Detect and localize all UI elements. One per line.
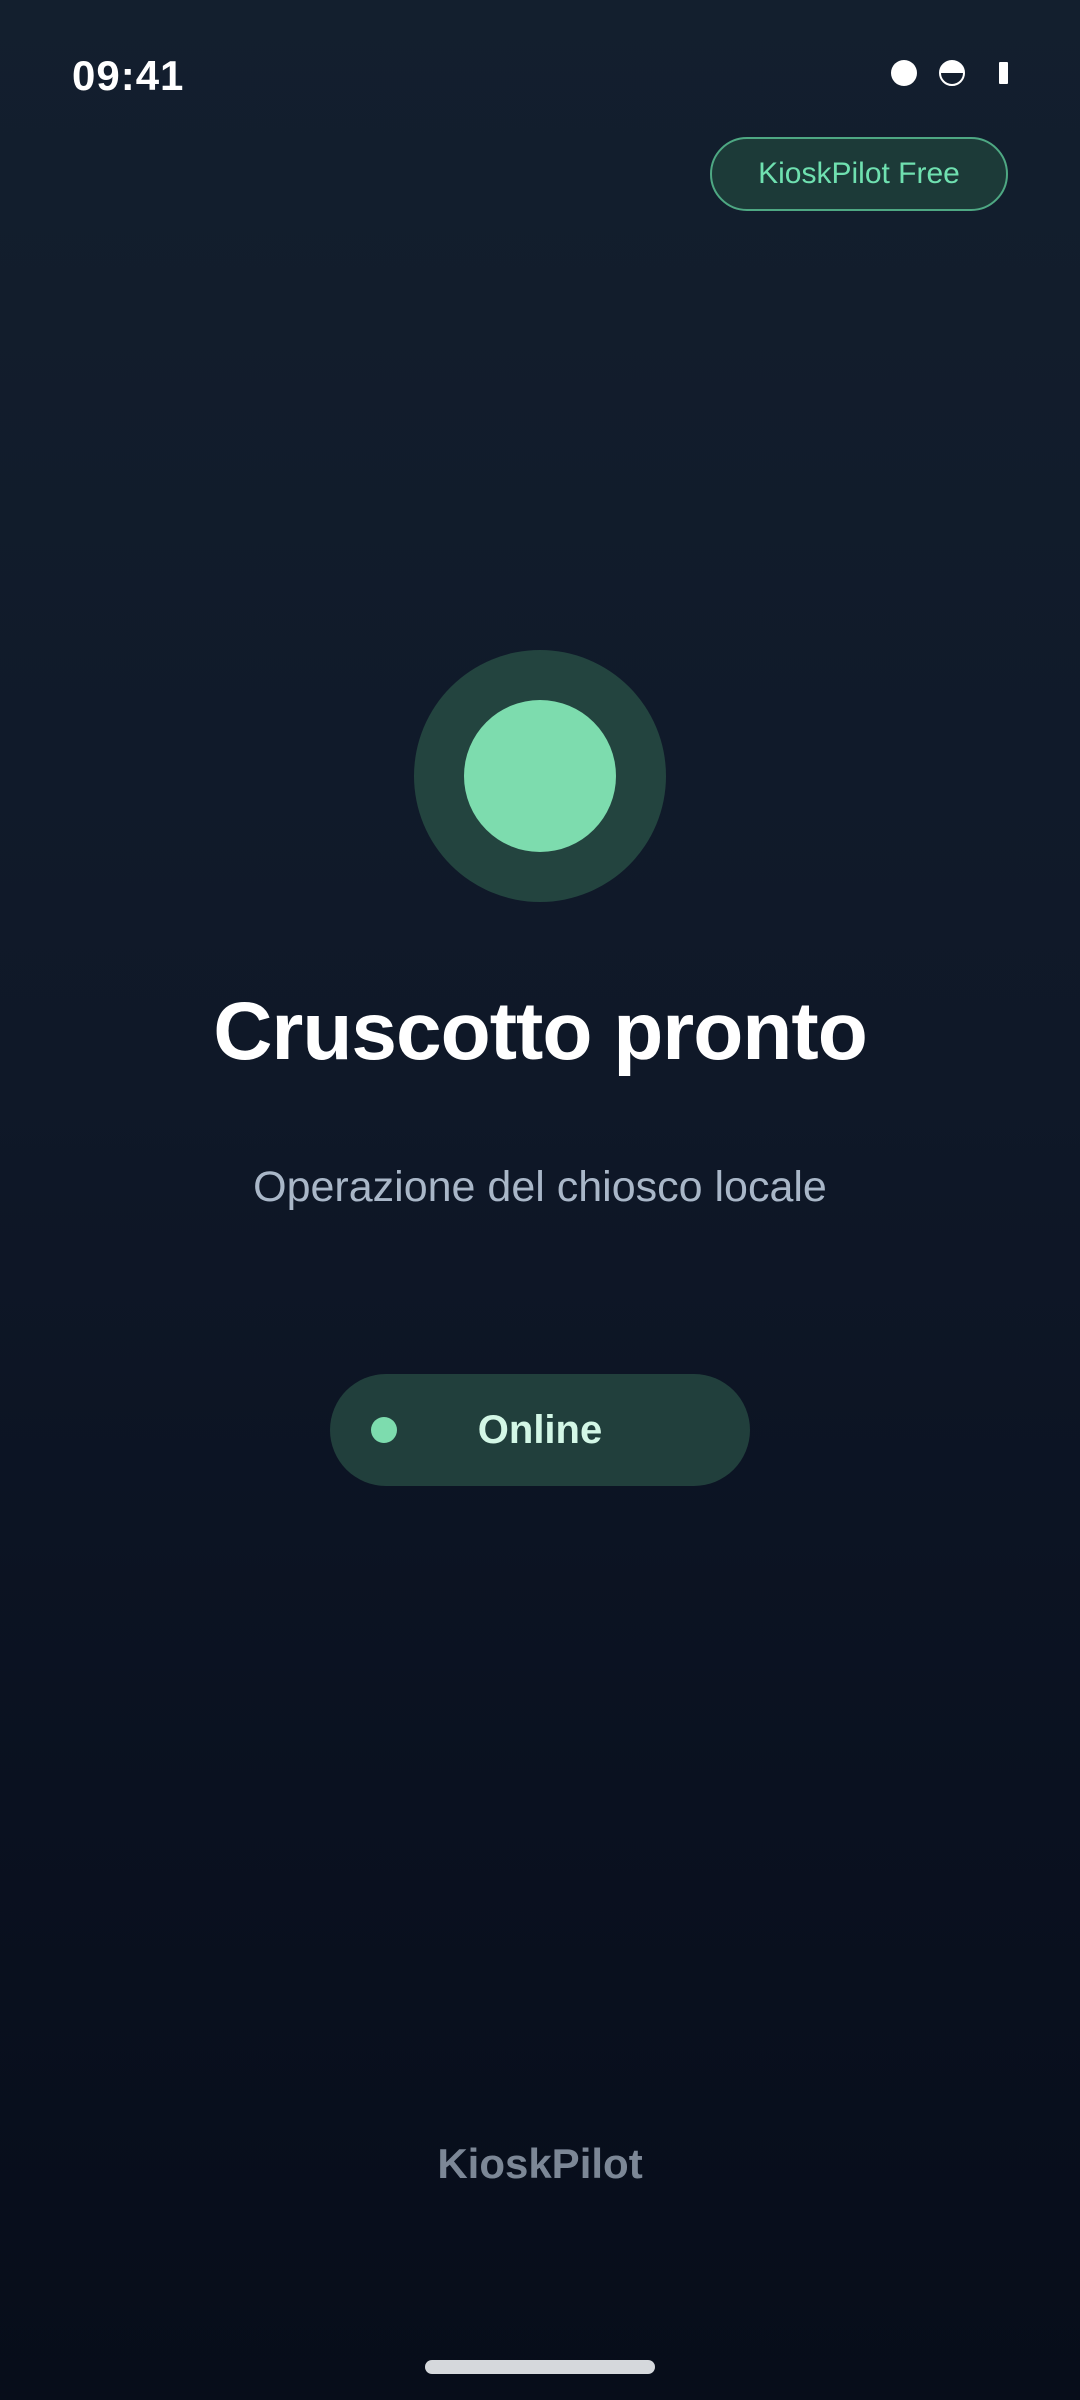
page-title: Cruscotto pronto xyxy=(213,986,868,1077)
status-orb-core xyxy=(464,700,616,852)
brand-footer: KioskPilot xyxy=(437,2140,643,2187)
wifi-half-icon xyxy=(939,60,965,86)
status-orb-icon xyxy=(414,650,666,902)
status-time: 09:41 xyxy=(72,52,185,99)
battery-icon xyxy=(999,62,1008,84)
plan-badge[interactable]: KioskPilot Free xyxy=(710,137,1008,211)
connection-status-label: Online xyxy=(477,1408,603,1452)
connection-status-pill: Online xyxy=(330,1374,750,1486)
page-subtitle: Operazione del chiosco locale xyxy=(253,1163,827,1211)
signal-dot-icon xyxy=(891,60,917,86)
home-indicator[interactable] xyxy=(425,2360,655,2374)
status-bar: 09:41 xyxy=(0,0,1080,150)
status-icons xyxy=(891,60,1008,86)
